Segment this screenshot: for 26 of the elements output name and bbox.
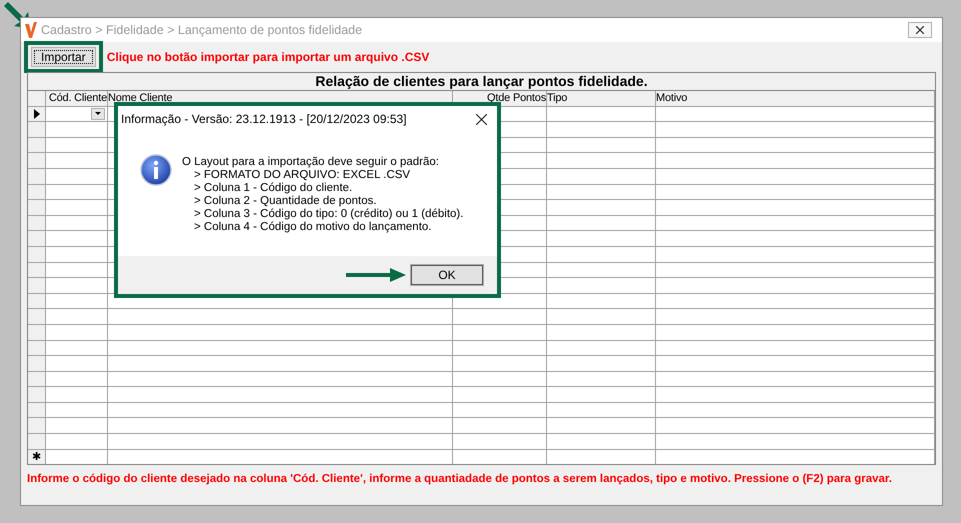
close-icon (916, 26, 924, 34)
window-title: Cadastro > Fidelidade > Lançamento de pontos fidelidade (41, 23, 364, 37)
current-row-icon (34, 108, 40, 119)
format-line: > FORMATO DO ARQUIVO: EXCEL .CSV (193, 169, 412, 182)
info-icon (140, 154, 172, 186)
dropdown-button[interactable] (91, 108, 105, 120)
caret-icon (95, 112, 101, 116)
close-icon[interactable] (476, 114, 487, 124)
dialog-message: O Layout para a importação deve seguir o padrão: (182, 156, 440, 169)
logo-icon (25, 22, 37, 38)
new-row-marker: ✱ (32, 450, 41, 464)
close-button[interactable] (908, 22, 932, 38)
import-hint: Clique no botão importar para importar um arquivo .CSV (106, 50, 430, 64)
format-line: > Coluna 4 - Código do motivo do lançamento. (193, 221, 432, 234)
column-header[interactable]: Motivo (656, 91, 935, 106)
format-line: > Coluna 1 - Código do cliente. (193, 182, 354, 195)
format-line: > Coluna 3 - Código do tipo: 0 (crédito) ou 1 (débito). (193, 208, 464, 221)
column-header[interactable]: Tipo (547, 91, 656, 106)
import-button[interactable]: Importar (31, 47, 96, 67)
column-header[interactable]: Cód. Cliente (46, 91, 108, 106)
footer-hint: Informe o código do cliente desejado na coluna 'Cód. Cliente', informe a quantiadade de pontos a serem lançados, tipo e motivo. Pressione o (F2) para gravar. (26, 472, 893, 486)
arrow-icon (346, 268, 406, 282)
dialog-title: Informação - Versão: 23.12.1913 - [20/12/2023 09:53] (121, 112, 408, 126)
ok-button[interactable]: OK (410, 264, 484, 286)
grid-caption: Relação de clientes para lançar pontos fidelidade. (28, 73, 935, 91)
format-line: > Coluna 2 - Quantidade de pontos. (193, 195, 378, 208)
